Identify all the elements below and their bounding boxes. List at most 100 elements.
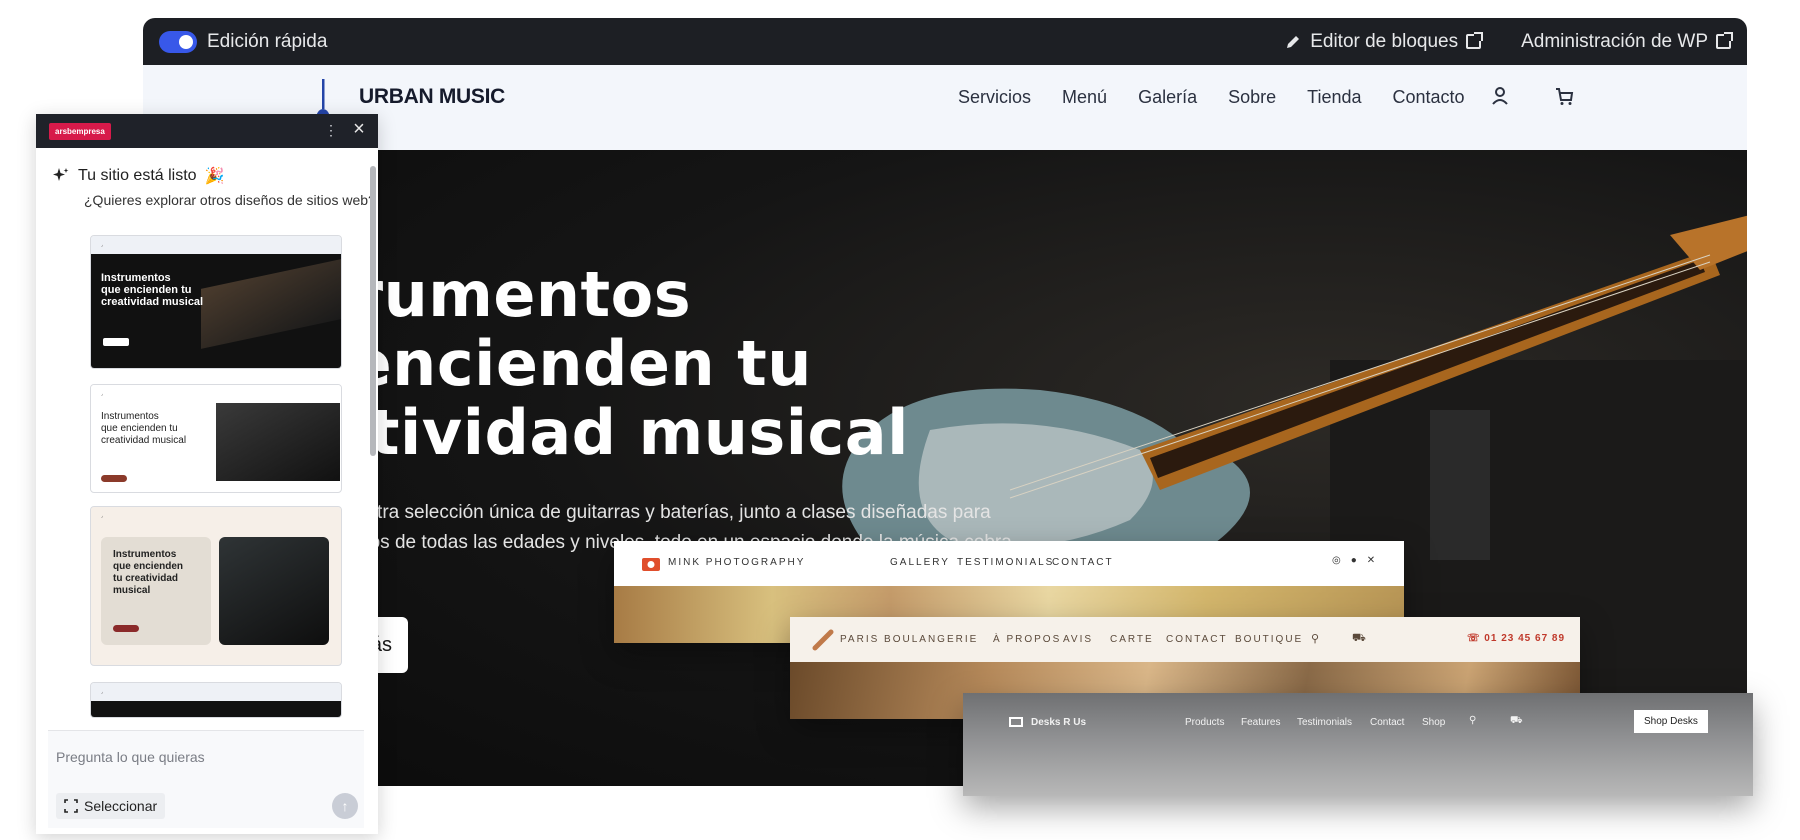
paris-brand: PARIS BOULANGERIE [840, 634, 979, 645]
thumbnail-title: Instrumentos que encienden tu creativida… [101, 411, 186, 447]
thumbnail-nav: ♪ [91, 236, 341, 254]
sparkle-icon [53, 168, 69, 181]
thumbnail-title: Instrumentos que encienden tu creativida… [101, 272, 203, 308]
nav-item-sobre[interactable]: Sobre [1228, 87, 1276, 108]
design-thumbnail[interactable]: ♪ Instrumentos que encienden tu creativi… [90, 506, 342, 666]
quick-edit-label: Edición rápida [207, 30, 328, 52]
thumbnail-nav: ♪ [91, 507, 341, 525]
more-options-icon[interactable]: ⋮ [324, 122, 338, 139]
thumbnail-title-line: que encienden [113, 561, 184, 572]
design-thumbnail[interactable]: ♪ Instrumentos que encienden tu creativi… [90, 384, 342, 493]
close-icon[interactable]: × [348, 118, 370, 142]
cart-icon: ⛟ [1352, 632, 1368, 644]
paris-phone-number: 01 23 45 67 89 [1484, 633, 1566, 644]
mink-header: MINK PHOTOGRAPHY GALLERY TESTIMONIALS CO… [614, 541, 1404, 586]
mink-nav-item: GALLERY [890, 557, 950, 568]
chat-input[interactable]: Pregunta lo que quieras [56, 749, 205, 765]
select-area-icon [64, 799, 78, 813]
thumbnail-title-line: Instrumentos [101, 272, 171, 284]
send-button[interactable]: ↑ [332, 793, 358, 819]
nav-item-menu[interactable]: Menú [1062, 87, 1107, 108]
external-link-icon [1466, 32, 1484, 49]
desks-nav-item: Testimonials [1297, 717, 1353, 728]
block-editor-link[interactable]: Editor de bloques [1284, 31, 1484, 53]
desks-brand: Desks R Us [1031, 717, 1087, 728]
desks-nav-item: Contact [1370, 717, 1405, 728]
site-nav: Servicios Menú Galería Sobre Tienda Cont… [958, 87, 1465, 108]
design-thumbnail[interactable]: ♪ [90, 682, 342, 718]
assistant-panel: arsbempresa ⋮ × Tu sitio está listo 🎉 ¿Q… [36, 114, 378, 834]
design-thumbnail[interactable]: ♪ Instrumentos que encienden tu creativi… [90, 235, 342, 369]
thumbnail-image [216, 403, 340, 481]
user-icon[interactable] [1489, 85, 1511, 107]
thumbnail-hero [91, 701, 341, 717]
baguette-icon [812, 629, 834, 651]
wp-admin-link[interactable]: Administración de WP [1521, 30, 1733, 53]
cart-icon: ⛟ [1510, 715, 1523, 726]
site-brand[interactable]: URBAN MUSIC [359, 85, 505, 109]
template-preview-desks[interactable]: Desks R Us Products Features Testimonial… [963, 693, 1753, 796]
mink-nav-item: CONTACT [1052, 557, 1114, 568]
paris-nav-item: CARTE [1110, 634, 1154, 645]
thumbnail-button [103, 338, 129, 346]
thumbnail-title-line: creatividad musical [101, 435, 187, 446]
desk-icon [1009, 717, 1023, 727]
ready-message: Tu sitio está listo 🎉 [52, 166, 224, 186]
pencil-icon [1287, 35, 1300, 48]
hero-title: strumentos e encienden tu eatividad musi… [330, 260, 909, 467]
social-icons: ◎●✕ [1332, 555, 1386, 566]
thumbnail-title-line: musical [113, 585, 151, 596]
desks-nav-item: Features [1241, 717, 1281, 728]
arrow-up-icon: ↑ [341, 798, 349, 814]
paris-nav-item: À PROPOS [993, 634, 1062, 645]
thumbnail-title-line: Instrumentos [113, 549, 177, 560]
desks-nav-item: Shop [1422, 717, 1446, 728]
user-icon: ⚲ [1469, 715, 1477, 726]
select-button[interactable]: Seleccionar [56, 793, 166, 819]
thumbnail-nav: ♪ [91, 385, 341, 403]
user-icon: ⚲ [1311, 633, 1322, 645]
thumbnail-title-line: creatividad musical [101, 296, 204, 308]
hero-title-line: eatividad musical [330, 396, 909, 469]
mink-nav-item: TESTIMONIALS [957, 557, 1055, 568]
wp-admin-label: Administración de WP [1521, 30, 1708, 52]
thumbnail-hero: Instrumentos que encienden tu creativida… [91, 254, 341, 368]
shop-desks-button: Shop Desks [1634, 710, 1708, 733]
cart-icon[interactable] [1553, 85, 1575, 107]
paris-phone: ☏ 01 23 45 67 89 [1467, 633, 1566, 644]
paris-nav-item: AVIS [1063, 634, 1094, 645]
desks-nav-item: Products [1185, 717, 1225, 728]
nav-item-contacto[interactable]: Contacto [1393, 87, 1465, 108]
mink-brand: MINK PHOTOGRAPHY [668, 557, 806, 568]
panel-scrollbar[interactable] [370, 166, 376, 456]
assistant-panel-header: arsbempresa ⋮ × [36, 114, 378, 148]
thumbnail-button [101, 475, 127, 482]
nav-item-servicios[interactable]: Servicios [958, 87, 1031, 108]
thumbnail-title: Instrumentos que encienden tu creativida… [113, 549, 183, 597]
external-link-icon [1716, 32, 1733, 49]
quick-edit-toggle[interactable] [159, 30, 197, 53]
thumbnail-image [219, 537, 329, 645]
hero-subtitle-line: e nuestra selección única de guitarras y… [330, 502, 991, 523]
site-header: URBAN MUSIC Servicios Menú Galería Sobre… [143, 65, 1747, 150]
paris-nav-item: BOUTIQUE [1235, 634, 1304, 645]
paris-nav-item: CONTACT [1166, 634, 1228, 645]
thumbnail-nav: ♪ [91, 683, 341, 701]
chat-input-area: Pregunta lo que quieras Seleccionar ↑ [48, 730, 364, 828]
desks-header: Desks R Us Products Features Testimonial… [963, 693, 1753, 753]
thumbnail-title-line: Instrumentos [101, 411, 159, 422]
nav-item-tienda[interactable]: Tienda [1307, 87, 1361, 108]
thumbnail-title-line: que encienden tu [101, 284, 192, 296]
thumbnail-button [113, 625, 139, 632]
hero-title-line: strumentos [330, 258, 692, 331]
wp-admin-bar: Edición rápida Editor de bloques Adminis… [143, 18, 1747, 65]
camera-icon [642, 558, 660, 571]
thumbnail-title-line: que encienden tu [101, 423, 178, 434]
ready-text: Tu sitio está listo [78, 167, 197, 184]
party-icon: 🎉 [204, 168, 225, 185]
paris-header: PARIS BOULANGERIE À PROPOS AVIS CARTE CO… [790, 617, 1580, 662]
select-label: Seleccionar [84, 798, 158, 814]
screen: Edición rápida Editor de bloques Adminis… [0, 0, 1800, 840]
explore-text: ¿Quieres explorar otros diseños de sitio… [84, 192, 376, 208]
nav-item-galeria[interactable]: Galería [1138, 87, 1197, 108]
